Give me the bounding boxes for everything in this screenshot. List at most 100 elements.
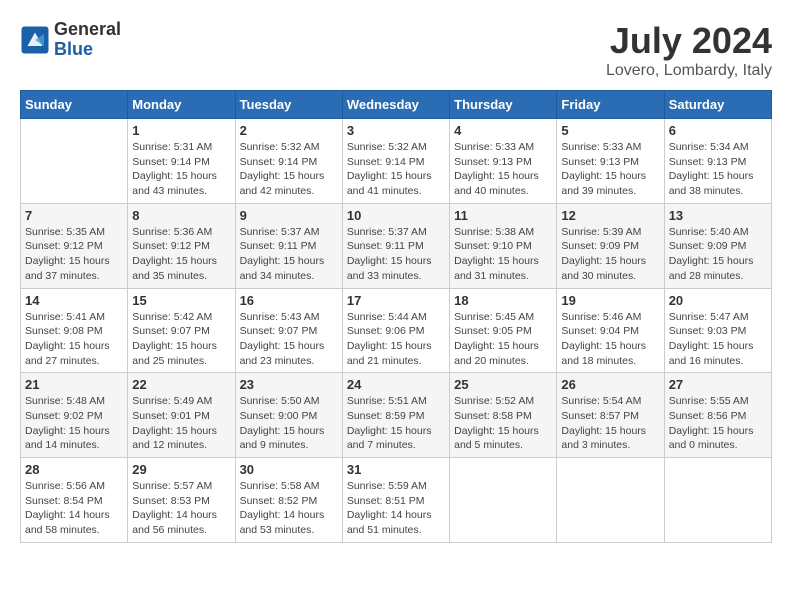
- day-info: Sunrise: 5:33 AM Sunset: 9:13 PM Dayligh…: [454, 140, 552, 199]
- day-cell: 21 Sunrise: 5:48 AM Sunset: 9:02 PM Dayli…: [21, 373, 128, 458]
- day-number: 22: [132, 377, 230, 392]
- day-info: Sunrise: 5:46 AM Sunset: 9:04 PM Dayligh…: [561, 310, 659, 369]
- day-number: 15: [132, 293, 230, 308]
- day-info: Sunrise: 5:40 AM Sunset: 9:09 PM Dayligh…: [669, 225, 767, 284]
- day-info: Sunrise: 5:39 AM Sunset: 9:09 PM Dayligh…: [561, 225, 659, 284]
- day-info: Sunrise: 5:32 AM Sunset: 9:14 PM Dayligh…: [240, 140, 338, 199]
- day-number: 11: [454, 208, 552, 223]
- day-cell: 7 Sunrise: 5:35 AM Sunset: 9:12 PM Daylig…: [21, 203, 128, 288]
- day-number: 14: [25, 293, 123, 308]
- day-number: 31: [347, 462, 445, 477]
- day-cell: 27 Sunrise: 5:55 AM Sunset: 8:56 PM Dayli…: [664, 373, 771, 458]
- header-monday: Monday: [128, 91, 235, 119]
- day-number: 21: [25, 377, 123, 392]
- day-number: 6: [669, 123, 767, 138]
- day-info: Sunrise: 5:57 AM Sunset: 8:53 PM Dayligh…: [132, 479, 230, 538]
- day-number: 19: [561, 293, 659, 308]
- day-cell: 18Sunrise: 5:45 AM Sunset: 9:05 PM Dayli…: [450, 288, 557, 373]
- day-number: 3: [347, 123, 445, 138]
- day-info: Sunrise: 5:44 AM Sunset: 9:06 PM Dayligh…: [347, 310, 445, 369]
- day-cell: 6 Sunrise: 5:34 AM Sunset: 9:13 PM Daylig…: [664, 119, 771, 204]
- day-number: 12: [561, 208, 659, 223]
- week-row-4: 21 Sunrise: 5:48 AM Sunset: 9:02 PM Dayli…: [21, 373, 772, 458]
- day-info: Sunrise: 5:38 AM Sunset: 9:10 PM Dayligh…: [454, 225, 552, 284]
- day-info: Sunrise: 5:51 AM Sunset: 8:59 PM Dayligh…: [347, 394, 445, 453]
- day-number: 26: [561, 377, 659, 392]
- day-info: Sunrise: 5:48 AM Sunset: 9:02 PM Dayligh…: [25, 394, 123, 453]
- day-cell: 10 Sunrise: 5:37 AM Sunset: 9:11 PM Dayli…: [342, 203, 449, 288]
- day-cell: 22 Sunrise: 5:49 AM Sunset: 9:01 PM Dayli…: [128, 373, 235, 458]
- day-cell: [664, 458, 771, 543]
- day-number: 1: [132, 123, 230, 138]
- day-number: 27: [669, 377, 767, 392]
- day-info: Sunrise: 5:47 AM Sunset: 9:03 PM Dayligh…: [669, 310, 767, 369]
- day-info: Sunrise: 5:35 AM Sunset: 9:12 PM Dayligh…: [25, 225, 123, 284]
- day-info: Sunrise: 5:43 AM Sunset: 9:07 PM Dayligh…: [240, 310, 338, 369]
- month-year: July 2024: [606, 20, 772, 62]
- header-tuesday: Tuesday: [235, 91, 342, 119]
- day-info: Sunrise: 5:34 AM Sunset: 9:13 PM Dayligh…: [669, 140, 767, 199]
- day-cell: 1 Sunrise: 5:31 AM Sunset: 9:14 PM Daylig…: [128, 119, 235, 204]
- day-cell: 13 Sunrise: 5:40 AM Sunset: 9:09 PM Dayli…: [664, 203, 771, 288]
- title-area: July 2024 Lovero, Lombardy, Italy: [606, 20, 772, 80]
- day-number: 23: [240, 377, 338, 392]
- header-row: SundayMondayTuesdayWednesdayThursdayFrid…: [21, 91, 772, 119]
- day-info: Sunrise: 5:49 AM Sunset: 9:01 PM Dayligh…: [132, 394, 230, 453]
- week-row-3: 14 Sunrise: 5:41 AM Sunset: 9:08 PM Dayli…: [21, 288, 772, 373]
- day-cell: 16 Sunrise: 5:43 AM Sunset: 9:07 PM Dayli…: [235, 288, 342, 373]
- day-cell: [450, 458, 557, 543]
- day-cell: 23Sunrise: 5:50 AM Sunset: 9:00 PM Dayli…: [235, 373, 342, 458]
- logo-text: General Blue: [54, 20, 121, 60]
- day-cell: 9 Sunrise: 5:37 AM Sunset: 9:11 PM Daylig…: [235, 203, 342, 288]
- day-number: 28: [25, 462, 123, 477]
- day-cell: 8Sunrise: 5:36 AM Sunset: 9:12 PM Daylig…: [128, 203, 235, 288]
- header-thursday: Thursday: [450, 91, 557, 119]
- day-info: Sunrise: 5:55 AM Sunset: 8:56 PM Dayligh…: [669, 394, 767, 453]
- day-cell: 11 Sunrise: 5:38 AM Sunset: 9:10 PM Dayli…: [450, 203, 557, 288]
- day-cell: 28Sunrise: 5:56 AM Sunset: 8:54 PM Dayli…: [21, 458, 128, 543]
- day-cell: 26 Sunrise: 5:54 AM Sunset: 8:57 PM Dayli…: [557, 373, 664, 458]
- day-info: Sunrise: 5:37 AM Sunset: 9:11 PM Dayligh…: [240, 225, 338, 284]
- day-info: Sunrise: 5:52 AM Sunset: 8:58 PM Dayligh…: [454, 394, 552, 453]
- day-number: 13: [669, 208, 767, 223]
- day-cell: 31Sunrise: 5:59 AM Sunset: 8:51 PM Dayli…: [342, 458, 449, 543]
- day-info: Sunrise: 5:32 AM Sunset: 9:14 PM Dayligh…: [347, 140, 445, 199]
- header-saturday: Saturday: [664, 91, 771, 119]
- week-row-5: 28Sunrise: 5:56 AM Sunset: 8:54 PM Dayli…: [21, 458, 772, 543]
- day-number: 10: [347, 208, 445, 223]
- day-cell: 15Sunrise: 5:42 AM Sunset: 9:07 PM Dayli…: [128, 288, 235, 373]
- day-cell: 29 Sunrise: 5:57 AM Sunset: 8:53 PM Dayli…: [128, 458, 235, 543]
- header-sunday: Sunday: [21, 91, 128, 119]
- day-number: 2: [240, 123, 338, 138]
- day-number: 8: [132, 208, 230, 223]
- day-number: 16: [240, 293, 338, 308]
- day-cell: 19 Sunrise: 5:46 AM Sunset: 9:04 PM Dayli…: [557, 288, 664, 373]
- logo-general: General: [54, 20, 121, 40]
- day-info: Sunrise: 5:37 AM Sunset: 9:11 PM Dayligh…: [347, 225, 445, 284]
- day-number: 9: [240, 208, 338, 223]
- day-info: Sunrise: 5:41 AM Sunset: 9:08 PM Dayligh…: [25, 310, 123, 369]
- logo-icon: [20, 25, 50, 55]
- day-number: 17: [347, 293, 445, 308]
- header-friday: Friday: [557, 91, 664, 119]
- day-number: 24: [347, 377, 445, 392]
- day-info: Sunrise: 5:33 AM Sunset: 9:13 PM Dayligh…: [561, 140, 659, 199]
- day-number: 4: [454, 123, 552, 138]
- day-cell: 14 Sunrise: 5:41 AM Sunset: 9:08 PM Dayli…: [21, 288, 128, 373]
- location: Lovero, Lombardy, Italy: [606, 62, 772, 80]
- day-info: Sunrise: 5:54 AM Sunset: 8:57 PM Dayligh…: [561, 394, 659, 453]
- day-number: 30: [240, 462, 338, 477]
- day-number: 7: [25, 208, 123, 223]
- day-cell: 17 Sunrise: 5:44 AM Sunset: 9:06 PM Dayli…: [342, 288, 449, 373]
- week-row-1: 1 Sunrise: 5:31 AM Sunset: 9:14 PM Daylig…: [21, 119, 772, 204]
- day-number: 29: [132, 462, 230, 477]
- day-number: 25: [454, 377, 552, 392]
- day-number: 20: [669, 293, 767, 308]
- day-cell: 3 Sunrise: 5:32 AM Sunset: 9:14 PM Daylig…: [342, 119, 449, 204]
- day-info: Sunrise: 5:31 AM Sunset: 9:14 PM Dayligh…: [132, 140, 230, 199]
- day-cell: 4 Sunrise: 5:33 AM Sunset: 9:13 PM Daylig…: [450, 119, 557, 204]
- week-row-2: 7 Sunrise: 5:35 AM Sunset: 9:12 PM Daylig…: [21, 203, 772, 288]
- day-cell: 30Sunrise: 5:58 AM Sunset: 8:52 PM Dayli…: [235, 458, 342, 543]
- day-cell: 12 Sunrise: 5:39 AM Sunset: 9:09 PM Dayli…: [557, 203, 664, 288]
- day-cell: 25 Sunrise: 5:52 AM Sunset: 8:58 PM Dayli…: [450, 373, 557, 458]
